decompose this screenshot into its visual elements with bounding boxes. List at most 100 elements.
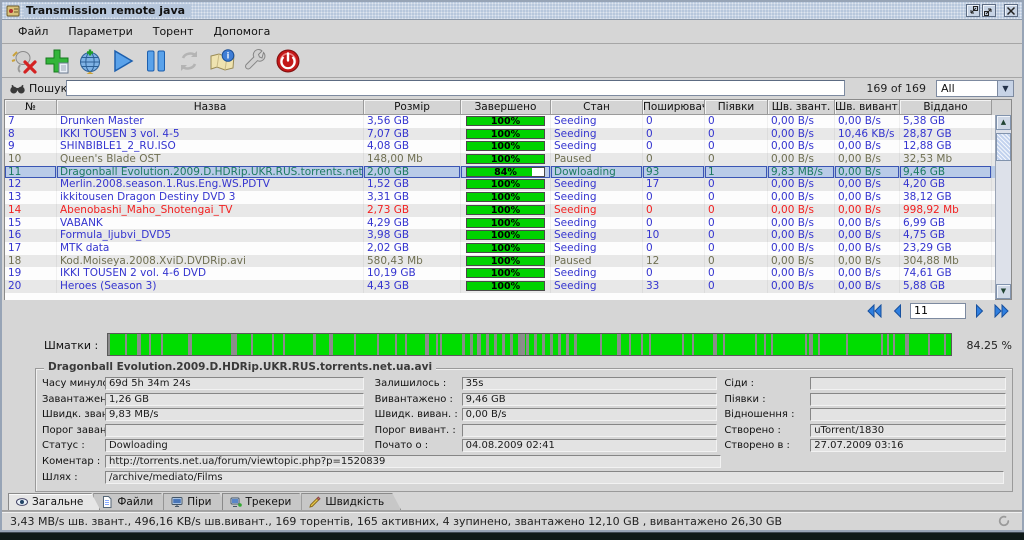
cell[interactable]: 0,00 B/s xyxy=(835,178,900,191)
cell[interactable]: 0 xyxy=(705,140,768,153)
detail-field[interactable]: 1,26 GB xyxy=(105,393,364,406)
table-row[interactable]: 20Heroes (Season 3)4,43 GB100%Seeding330… xyxy=(5,280,995,293)
table-row[interactable]: 12Merlin.2008.season.1.Rus.Eng.WS.PDTV1,… xyxy=(5,178,995,191)
comment-field[interactable]: http://torrents.net.ua/forum/viewtopic.p… xyxy=(105,455,721,468)
cell[interactable]: Seeding xyxy=(551,128,643,141)
cell[interactable]: 13 xyxy=(5,191,57,204)
cell[interactable]: 4,29 GB xyxy=(364,217,461,230)
cell[interactable]: 74,61 GB xyxy=(900,267,992,280)
cell[interactable]: 0,00 B/s xyxy=(835,242,900,255)
cell[interactable]: 0 xyxy=(643,140,705,153)
cell[interactable]: ikkitousen Dragon Destiny DVD 3 xyxy=(57,191,364,204)
cell[interactable]: Drunken Master xyxy=(57,115,364,128)
table-row[interactable]: 14Abenobashi_Maho_Shotengai_TV2,73 GB100… xyxy=(5,204,995,217)
cell[interactable]: Seeding xyxy=(551,242,643,255)
detail-field[interactable]: 69d 5h 34m 24s xyxy=(105,377,364,390)
cell[interactable]: 0,00 B/s xyxy=(835,140,900,153)
table-row[interactable]: 17MTK data2,02 GB100%Seeding000,00 B/s0,… xyxy=(5,242,995,255)
cell[interactable]: Heroes (Season 3) xyxy=(57,280,364,293)
cell[interactable]: Seeding xyxy=(551,115,643,128)
cell[interactable]: 2,73 GB xyxy=(364,204,461,217)
cell[interactable]: 0,00 B/s xyxy=(835,229,900,242)
progress-cell[interactable]: 84% xyxy=(461,166,551,179)
cell[interactable]: 0,00 B/s xyxy=(835,153,900,166)
table-row[interactable]: 15VABANK4,29 GB100%Seeding000,00 B/s0,00… xyxy=(5,217,995,230)
tab-files[interactable]: Файли xyxy=(93,493,170,510)
detail-field[interactable]: 9,46 GB xyxy=(462,393,718,406)
col-ul-speed[interactable]: Шв. вивант. xyxy=(835,100,900,115)
cell[interactable]: 0,00 B/s xyxy=(835,255,900,268)
cell[interactable]: 12,88 GB xyxy=(900,140,992,153)
cell[interactable]: Seeding xyxy=(551,178,643,191)
search-input[interactable] xyxy=(66,80,845,96)
cell[interactable]: VABANK xyxy=(57,217,364,230)
cell[interactable]: 0 xyxy=(705,191,768,204)
cell[interactable]: 1 xyxy=(705,166,768,179)
first-page-button[interactable] xyxy=(864,302,884,319)
cell[interactable]: 0,00 B/s xyxy=(768,255,835,268)
cell[interactable]: 4,08 GB xyxy=(364,140,461,153)
progress-cell[interactable]: 100% xyxy=(461,178,551,191)
detail-field[interactable]: 0,00 B/s xyxy=(462,408,718,421)
cell[interactable]: 0,00 B/s xyxy=(768,140,835,153)
cell[interactable]: 0,00 B/s xyxy=(768,217,835,230)
progress-cell[interactable]: 100% xyxy=(461,267,551,280)
cell[interactable]: 0 xyxy=(705,128,768,141)
cell[interactable]: 23,29 GB xyxy=(900,242,992,255)
cell[interactable]: 0,00 B/s xyxy=(768,115,835,128)
table-row[interactable]: 11Dragonball Evolution.2009.D.HDRip.UKR.… xyxy=(5,166,995,179)
cell[interactable]: 6,99 GB xyxy=(900,217,992,230)
cell[interactable]: 0 xyxy=(643,115,705,128)
chevron-down-icon[interactable]: ▼ xyxy=(997,81,1013,96)
cell[interactable]: 28,87 GB xyxy=(900,128,992,141)
cell[interactable]: 8 xyxy=(5,128,57,141)
col-dl-speed[interactable]: Шв. звант. xyxy=(768,100,835,115)
cell[interactable]: 1,52 GB xyxy=(364,178,461,191)
detail-field[interactable] xyxy=(105,424,364,437)
progress-cell[interactable]: 100% xyxy=(461,217,551,230)
progress-cell[interactable]: 100% xyxy=(461,140,551,153)
settings-button[interactable] xyxy=(240,46,270,76)
cell[interactable]: Seeding xyxy=(551,267,643,280)
cell[interactable]: Paused xyxy=(551,153,643,166)
cell[interactable]: 0,00 B/s xyxy=(835,115,900,128)
cell[interactable]: 0 xyxy=(705,115,768,128)
cell[interactable]: Dowloading xyxy=(551,166,643,179)
cell[interactable]: 5,88 GB xyxy=(900,280,992,293)
add-torrent-button[interactable] xyxy=(42,46,72,76)
vertical-scrollbar[interactable]: ▲ ▼ xyxy=(995,115,1011,299)
table-row[interactable]: 8IKKI TOUSEN 3 vol. 4-57,07 GB100%Seedin… xyxy=(5,128,995,141)
torrent-info-button[interactable]: i xyxy=(207,46,237,76)
cell[interactable]: Seeding xyxy=(551,204,643,217)
scrollbar-thumb[interactable] xyxy=(996,133,1011,161)
tab-trackers[interactable]: Трекери xyxy=(222,493,309,510)
progress-cell[interactable]: 100% xyxy=(461,153,551,166)
table-row[interactable]: 18Kod.Moiseya.2008.XviD.DVDRip.avi580,43… xyxy=(5,255,995,268)
cell[interactable]: 15 xyxy=(5,217,57,230)
progress-cell[interactable]: 100% xyxy=(461,191,551,204)
prev-page-button[interactable] xyxy=(887,302,907,319)
tab-peers[interactable]: Піри xyxy=(163,493,228,510)
cell[interactable]: IKKI TOUSEN 2 vol. 4-6 DVD xyxy=(57,267,364,280)
col-leechers[interactable]: Піявки xyxy=(705,100,768,115)
refresh-button[interactable] xyxy=(174,46,204,76)
cell[interactable]: 3,98 GB xyxy=(364,229,461,242)
path-field[interactable]: /archive/mediato/Films xyxy=(105,471,1004,484)
cell[interactable]: 5,38 GB xyxy=(900,115,992,128)
cell[interactable]: Paused xyxy=(551,255,643,268)
cell[interactable]: 0 xyxy=(705,178,768,191)
menu-torrent[interactable]: Торент xyxy=(143,22,204,41)
detail-field[interactable] xyxy=(462,424,718,437)
cell[interactable]: 4,75 GB xyxy=(900,229,992,242)
cell[interactable]: 0,00 B/s xyxy=(835,204,900,217)
detail-field[interactable]: Dowloading xyxy=(105,439,364,452)
cell[interactable]: Dragonball Evolution.2009.D.HDRip.UKR.RU… xyxy=(57,166,364,179)
table-row[interactable]: 10Queen's Blade OST148,00 Mb100%Paused00… xyxy=(5,153,995,166)
progress-cell[interactable]: 100% xyxy=(461,204,551,217)
cell[interactable]: 0,00 B/s xyxy=(768,191,835,204)
cell[interactable]: 0 xyxy=(705,255,768,268)
progress-cell[interactable]: 100% xyxy=(461,242,551,255)
cell[interactable]: 580,43 Mb xyxy=(364,255,461,268)
cell[interactable]: 16 xyxy=(5,229,57,242)
cell[interactable]: MTK data xyxy=(57,242,364,255)
